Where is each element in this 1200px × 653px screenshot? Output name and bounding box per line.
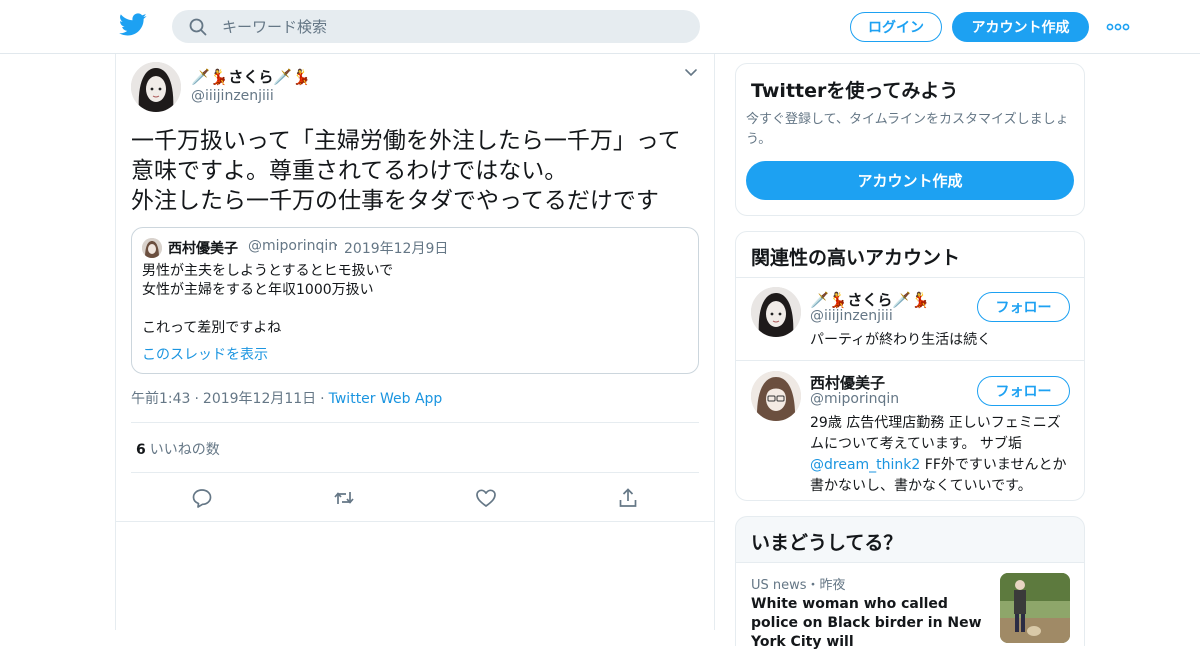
quoted-author-avatar	[142, 238, 162, 258]
login-button[interactable]: ログイン	[850, 12, 942, 42]
follow-button[interactable]: フォロー	[977, 292, 1070, 322]
like-count: 6	[136, 442, 146, 458]
quoted-tweet[interactable]: 西村優美子 @miporinqin · 2019年12月9日 男性が主夫をしよう…	[131, 227, 699, 374]
quoted-date: 2019年12月9日	[344, 241, 449, 257]
news-photo-icon	[1000, 573, 1070, 643]
search-icon	[189, 18, 207, 36]
divider	[131, 422, 699, 423]
avatar-illustration-icon	[142, 238, 162, 258]
divider	[131, 472, 699, 473]
create-account-button[interactable]: アカウント作成	[746, 161, 1074, 200]
author-display-name[interactable]: 🗡️💃さくら🗡️💃	[191, 66, 311, 87]
account-handle[interactable]: @miporinqin	[810, 391, 899, 407]
divider	[116, 521, 714, 522]
separator-dot: ·	[320, 391, 325, 407]
account-bio: 29歳 広告代理店勤務 正しいフェミニズムについて考えています。 サブ垢 @dr…	[810, 413, 1072, 497]
tweet-text: 一千万扱いって「主婦労働を外注したら一千万」って 意味ですよ。尊重されてるわけで…	[131, 128, 681, 214]
share-icon[interactable]	[617, 487, 639, 509]
card-description: 今すぐ登録して、タイムラインをカスタマイズしましょう。	[746, 112, 1069, 147]
avatar-illustration-icon	[751, 287, 801, 337]
avatar-illustration-icon	[131, 62, 181, 112]
top-navigation-bar: ログイン アカウント作成	[0, 0, 1200, 54]
quoted-text: 男性が主夫をしようとするとヒモ扱いで 女性が主婦をすると年収1000万扱い これ…	[142, 263, 394, 336]
separator-dot: ·	[334, 238, 339, 254]
search-input[interactable]	[222, 16, 682, 38]
trend-headline[interactable]: White woman who called police on Black b…	[751, 595, 991, 652]
signup-prompt-card: Twitterを使ってみよう 今すぐ登録して、タイムラインをカスタマイズしましょ…	[735, 63, 1085, 216]
tweet-date: 2019年12月11日	[202, 391, 317, 407]
author-handle[interactable]: @iiijinzenjiii	[191, 88, 274, 104]
follow-button[interactable]: フォロー	[977, 376, 1070, 406]
trend-item[interactable]: US news・昨夜 White woman who called police…	[736, 563, 1084, 653]
trend-meta: US news・昨夜	[751, 578, 846, 593]
divider	[736, 277, 1084, 278]
avatar-illustration-icon	[751, 371, 801, 421]
account-bio-text: 29歳 広告代理店勤務 正しいフェミニズムについて考えています。 サブ垢	[810, 415, 1061, 452]
retweet-icon[interactable]	[333, 487, 355, 509]
account-handle[interactable]: @iiijinzenjiii	[810, 308, 893, 324]
related-accounts-card: 関連性の高いアカウント 🗡️💃さくら🗡️💃 @iiijinzenjiii フォロ…	[735, 231, 1085, 501]
trends-card: いまどうしてる？ US news・昨夜 White woman who call…	[735, 516, 1085, 653]
quoted-author-handle: @miporinqin	[248, 238, 338, 254]
tweet-time: 午前1:43	[131, 391, 191, 407]
more-options-icon[interactable]	[1106, 19, 1130, 35]
like-heart-icon[interactable]	[475, 487, 497, 509]
card-title: 関連性の高いアカウント	[751, 247, 961, 269]
account-avatar[interactable]	[751, 287, 801, 337]
account-avatar[interactable]	[751, 371, 801, 421]
account-display-name[interactable]: 🗡️💃さくら🗡️💃	[810, 289, 930, 310]
quoted-author-name: 西村優美子	[168, 241, 238, 257]
signup-button[interactable]: アカウント作成	[952, 12, 1089, 42]
divider	[736, 360, 1084, 361]
like-label: いいねの数	[149, 442, 220, 458]
twitter-bird-icon[interactable]	[119, 13, 147, 37]
account-display-name[interactable]: 西村優美子	[810, 372, 885, 393]
show-thread-link[interactable]: このスレッドを表示	[142, 344, 268, 364]
author-avatar[interactable]	[131, 62, 181, 112]
account-bio: パーティが終わり生活は続く	[810, 332, 992, 348]
search-box	[172, 10, 700, 43]
trend-thumbnail[interactable]	[1000, 573, 1070, 643]
separator-dot: ·	[194, 391, 199, 407]
bio-mention-link[interactable]: @dream_think2	[810, 457, 920, 473]
card-title: いまどうしてる？	[751, 532, 903, 554]
tweet-column: 🗡️💃さくら🗡️💃 @iiijinzenjiii 一千万扱いって「主婦労働を外注…	[115, 54, 715, 630]
tweet-source-link[interactable]: Twitter Web App	[329, 391, 443, 407]
chevron-down-icon[interactable]	[684, 68, 698, 78]
card-title: Twitterを使ってみよう	[751, 80, 959, 102]
reply-icon[interactable]	[191, 487, 213, 509]
tweet-metadata: 午前1:43 · 2019年12月11日 · Twitter Web App	[131, 388, 442, 408]
like-stats[interactable]: 6 いいねの数	[136, 439, 220, 459]
